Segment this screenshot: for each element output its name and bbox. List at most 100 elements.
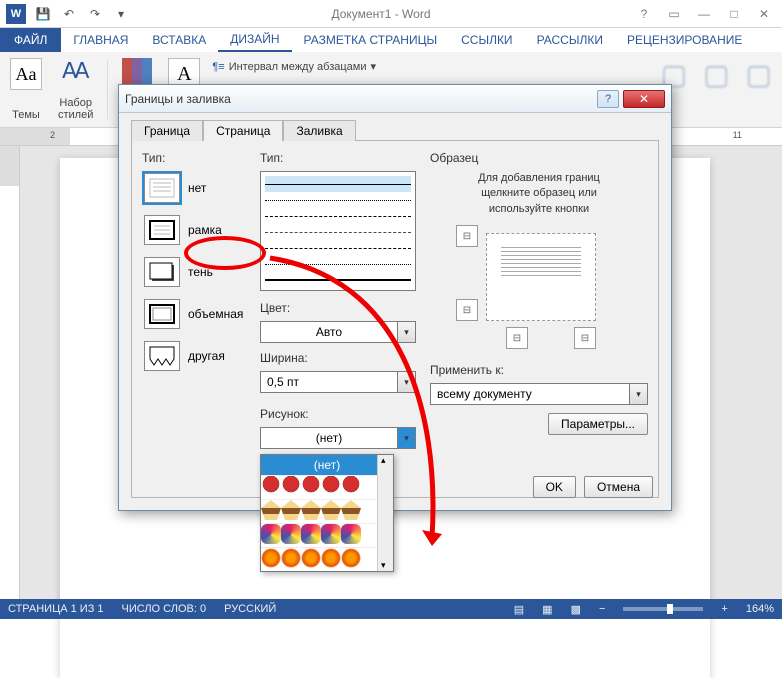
edge-right-button[interactable]: ⊟: [574, 327, 596, 349]
edge-top-button[interactable]: ⊟: [456, 225, 478, 247]
borders-shading-dialog: Границы и заливка ? ✕ Граница Страница З…: [118, 84, 672, 511]
dialog-close-button[interactable]: ✕: [623, 90, 665, 108]
ruler-mark-right: 11: [733, 130, 742, 140]
qat-customize-button[interactable]: ▾: [110, 3, 132, 25]
border-type-none[interactable]: нет: [142, 171, 246, 205]
dialog-help-button[interactable]: ?: [597, 90, 619, 108]
sample-label: Образец: [430, 151, 648, 165]
style-set-icon: Ꜳ: [62, 58, 90, 84]
help-button[interactable]: ?: [630, 4, 658, 24]
border-width-value: 0,5 пт: [260, 371, 398, 393]
border-color-dropdown-button[interactable]: [398, 321, 416, 343]
edge-left-button[interactable]: ⊟: [456, 299, 478, 321]
ribbon-tab-mailings[interactable]: РАССЫЛКИ: [525, 28, 615, 52]
border-width-dropdown-button[interactable]: [398, 371, 416, 393]
page-borders-icon: ▢: [746, 58, 772, 91]
edge-bottom-button[interactable]: ⊟: [506, 327, 528, 349]
vertical-ruler[interactable]: [0, 146, 20, 599]
border-box-label: рамка: [188, 223, 222, 237]
qat-undo-button[interactable]: ↶: [58, 3, 80, 25]
border-custom-label: другая: [188, 349, 225, 363]
border-art-combo[interactable]: (нет): [260, 427, 416, 449]
page-color-button[interactable]: ▢: [699, 56, 733, 123]
border-type-shadow[interactable]: тень: [142, 255, 246, 289]
art-option-apples[interactable]: [261, 475, 393, 499]
width-label: Ширина:: [260, 351, 416, 365]
qat-save-button[interactable]: 💾: [32, 3, 54, 25]
paragraph-spacing-icon: ¶≡: [212, 61, 224, 73]
border-type-custom[interactable]: другая: [142, 339, 246, 373]
type-group-label: Тип:: [142, 151, 246, 165]
status-language[interactable]: РУССКИЙ: [224, 603, 276, 615]
art-dropdown-scrollbar[interactable]: [377, 455, 393, 571]
border-custom-icon: [144, 341, 180, 371]
line-style-item[interactable]: [265, 272, 411, 288]
word-app-icon: W: [6, 4, 26, 24]
apply-to-dropdown-button[interactable]: [630, 383, 648, 405]
border-type-3d[interactable]: объемная: [142, 297, 246, 331]
line-style-list[interactable]: [260, 171, 416, 291]
art-option-flames[interactable]: [261, 547, 393, 571]
apply-to-label: Применить к:: [430, 363, 648, 377]
qat-redo-button[interactable]: ↷: [84, 3, 106, 25]
ribbon-tab-home[interactable]: ГЛАВНАЯ: [61, 28, 140, 52]
border-width-combo[interactable]: 0,5 пт: [260, 371, 416, 393]
border-art-dropdown-button[interactable]: [398, 427, 416, 449]
art-option-none[interactable]: (нет): [261, 455, 393, 475]
zoom-slider[interactable]: [623, 607, 703, 611]
border-color-combo[interactable]: Авто: [260, 321, 416, 343]
chevron-down-icon: ▾: [371, 60, 377, 73]
zoom-out-button[interactable]: −: [599, 603, 605, 615]
view-web-layout-icon[interactable]: ▩: [571, 603, 581, 616]
border-art-dropdown-list[interactable]: (нет): [260, 454, 394, 572]
border-color-value: Авто: [260, 321, 398, 343]
page-borders-button[interactable]: ▢: [742, 56, 776, 123]
window-close[interactable]: ✕: [750, 4, 778, 24]
view-read-mode-icon[interactable]: ▤: [514, 603, 524, 616]
line-style-item[interactable]: [265, 240, 411, 256]
options-button[interactable]: Параметры...: [548, 413, 648, 435]
ribbon-tab-insert[interactable]: ВСТАВКА: [140, 28, 218, 52]
ribbon-tab-layout[interactable]: РАЗМЕТКА СТРАНИЦЫ: [292, 28, 450, 52]
status-page[interactable]: СТРАНИЦА 1 ИЗ 1: [8, 603, 104, 615]
ribbon-tab-design[interactable]: ДИЗАЙН: [218, 28, 291, 52]
border-shadow-label: тень: [188, 265, 213, 279]
line-style-item[interactable]: [265, 224, 411, 240]
apply-to-combo[interactable]: всему документу: [430, 383, 648, 405]
paragraph-spacing-button[interactable]: ¶≡ Интервал между абзацами ▾: [212, 60, 376, 73]
art-option-swirls[interactable]: [261, 523, 393, 547]
style-set-button[interactable]: Ꜳ Набор стилей: [54, 56, 97, 123]
border-type-box[interactable]: рамка: [142, 213, 246, 247]
line-style-solid[interactable]: [265, 176, 411, 192]
border-shadow-icon: [144, 257, 180, 287]
ribbon-display-options[interactable]: ▭: [660, 4, 688, 24]
ok-button[interactable]: OK: [533, 476, 576, 498]
tab-page[interactable]: Страница: [203, 120, 283, 141]
zoom-in-button[interactable]: +: [721, 603, 727, 615]
view-print-layout-icon[interactable]: ▦: [542, 603, 552, 616]
window-minimize[interactable]: —: [690, 4, 718, 24]
page-color-icon: ▢: [703, 58, 729, 91]
ribbon-tab-references[interactable]: ССЫЛКИ: [449, 28, 524, 52]
themes-label: Темы: [12, 109, 40, 121]
cancel-button[interactable]: Отмена: [584, 476, 653, 498]
themes-button[interactable]: Aa Темы: [6, 56, 46, 123]
tab-shading[interactable]: Заливка: [283, 120, 355, 141]
ruler-mark-left: 2: [50, 130, 55, 140]
tab-border[interactable]: Граница: [131, 120, 203, 141]
line-type-label: Тип:: [260, 151, 416, 165]
themes-icon: Aa: [10, 58, 42, 90]
line-style-item[interactable]: [265, 256, 411, 272]
window-maximize[interactable]: □: [720, 4, 748, 24]
sample-preview-page[interactable]: [486, 233, 596, 321]
file-tab[interactable]: ФАЙЛ: [0, 28, 61, 52]
art-option-icecream[interactable]: [261, 499, 393, 523]
line-style-item[interactable]: [265, 208, 411, 224]
sample-hint-text: Для добавления границ щелкните образец и…: [430, 171, 648, 217]
apply-to-value: всему документу: [430, 383, 630, 405]
status-word-count[interactable]: ЧИСЛО СЛОВ: 0: [122, 603, 207, 615]
ribbon-tab-review[interactable]: РЕЦЕНЗИРОВАНИЕ: [615, 28, 754, 52]
line-style-item[interactable]: [265, 192, 411, 208]
border-none-icon: [144, 173, 180, 203]
zoom-level[interactable]: 164%: [746, 603, 774, 615]
